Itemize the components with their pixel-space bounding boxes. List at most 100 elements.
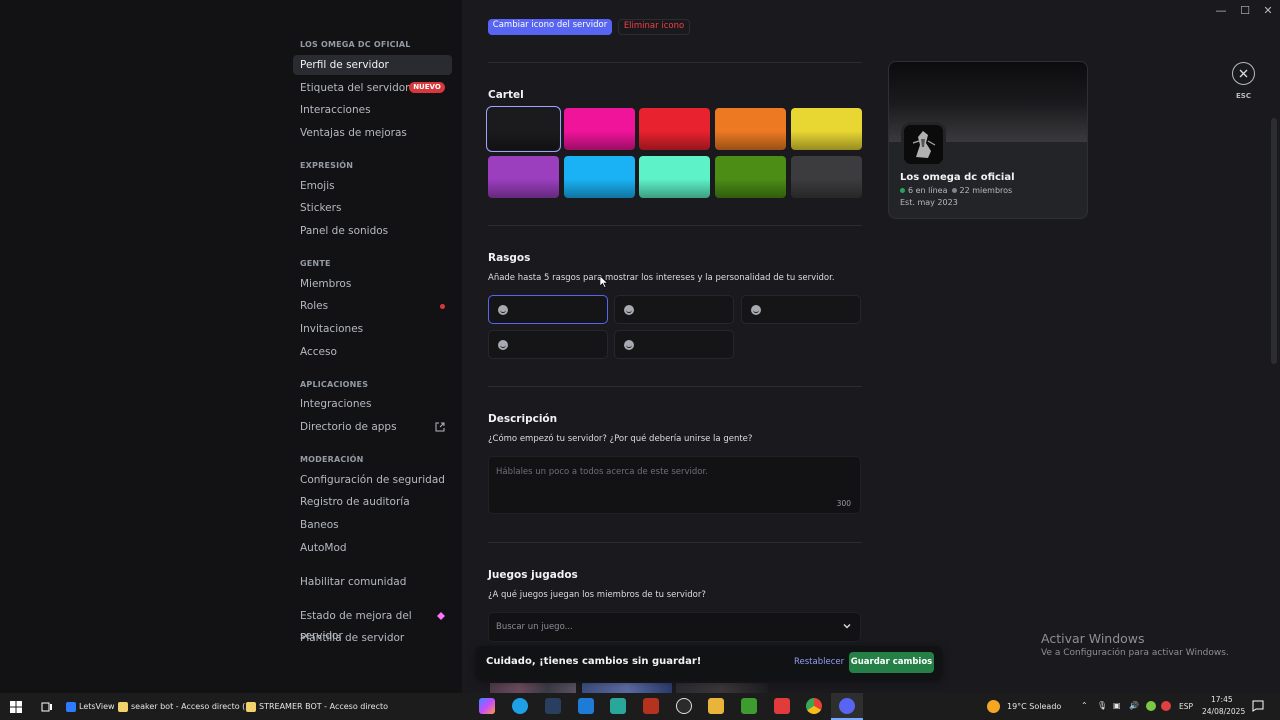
maximize-button[interactable]: ☐ [1238,4,1252,18]
tray-app-icon[interactable] [1161,701,1171,711]
game-thumbnail [676,683,768,693]
games-subtitle: ¿A qué juegos juegan los miembros de tu … [488,590,706,600]
sidebar-item-audit-log[interactable]: Registro de auditoría [293,492,452,512]
sidebar-item-stickers[interactable]: Stickers [293,198,452,218]
change-icon-button[interactable]: Cambiar icono del servidor [488,19,612,35]
online-count: 6 en línea [908,186,948,195]
game-search-select[interactable]: Buscar un juego... [488,612,861,642]
task-view-icon[interactable] [41,701,53,713]
games-title: Juegos jugados [488,569,578,581]
server-avatar [901,122,946,167]
taskbar-app-label: LetsView [79,702,115,711]
trait-slot[interactable] [614,295,734,324]
trait-slot[interactable] [488,295,608,324]
taskbar-active-app[interactable] [831,693,863,720]
minecraft-icon[interactable] [741,698,757,714]
traits-subtitle: Añade hasta 5 rasgos para mostrar los in… [488,273,835,283]
description-subtitle: ¿Cómo empezó tu servidor? ¿Por qué deber… [488,434,753,444]
vscode-icon[interactable] [578,698,594,714]
weather-text[interactable]: 19°C Soleado [1007,702,1061,711]
steam-icon[interactable] [545,698,561,714]
microphone-icon[interactable]: 🎙 [1097,701,1107,710]
sidebar-item-boost-status[interactable]: Estado de mejora del servidor [293,606,452,642]
scrollbar-thumb[interactable] [1271,118,1277,364]
esc-label: ESC [1236,92,1251,100]
chevron-up-icon[interactable]: ⌃ [1081,701,1088,710]
description-title: Descripción [488,413,558,425]
sidebar-item-safety-setup[interactable]: Configuración de seguridad [293,470,452,490]
sidebar-item-soundboard[interactable]: Panel de sonidos [293,221,452,241]
network-icon[interactable]: ▣ [1113,701,1121,710]
description-textarea[interactable]: Háblales un poco a todos acerca de este … [488,456,861,514]
game-icon[interactable] [643,698,659,714]
mouse-cursor-icon [600,276,608,288]
close-settings-button[interactable] [1232,62,1255,85]
preview-server-name: Los omega dc oficial [900,172,1015,183]
discord-window: — ☐ ✕ LOS OMEGA DC OFICIAL Perfil de ser… [0,0,1280,693]
sidebar-item-enable-community[interactable]: Habilitar comunidad [293,572,452,592]
sidebar-item-roles[interactable]: Roles [293,296,452,316]
edge-icon[interactable] [512,698,528,714]
trait-slot[interactable] [614,330,734,359]
reset-button[interactable]: Restablecer [794,657,844,667]
language-indicator[interactable]: ESP [1179,702,1193,711]
unsaved-changes-bar: Cuidado, ¡tienes cambios sin guardar! Re… [476,646,942,679]
banner-color-swatch[interactable] [564,108,635,150]
banner-color-swatch[interactable] [639,156,710,198]
weather-sun-icon [987,700,1000,713]
close-window-button[interactable]: ✕ [1261,4,1275,18]
taskbar-app-streamer-bot[interactable]: STREAMER BOT - Acceso directo [246,698,388,715]
sidebar-item-integrations[interactable]: Integraciones [293,394,452,414]
taskbar-app-letsview[interactable]: LetsView [66,698,115,715]
notifications-icon[interactable] [1252,700,1264,712]
sidebar-item-members[interactable]: Miembros [293,274,452,294]
app-icon[interactable] [610,698,626,714]
preview-stats: 6 en línea 22 miembros [900,186,1012,195]
folder-icon [246,701,256,712]
sidebar-item-bans[interactable]: Baneos [293,515,452,535]
chrome-icon[interactable] [806,698,822,714]
save-changes-button[interactable]: Guardar cambios [849,652,934,673]
game-thumbnail [582,683,672,693]
members-dot [951,188,957,193]
banner-color-swatch[interactable] [639,108,710,150]
sidebar-item-access[interactable]: Acceso [293,342,452,362]
windows-start-icon[interactable] [10,701,22,713]
copilot-icon[interactable] [479,698,495,714]
sidebar-item-automod[interactable]: AutoMod [293,538,452,558]
minimize-button[interactable]: — [1214,4,1228,18]
description-placeholder: Háblales un poco a todos acerca de este … [496,467,708,477]
volume-icon[interactable]: 🔊 [1129,701,1139,710]
banner-color-swatch[interactable] [715,108,786,150]
remove-icon-button[interactable]: Eliminar icono [618,19,690,35]
banner-color-swatch[interactable] [564,156,635,198]
smiley-icon [498,340,508,350]
sidebar-item-app-directory[interactable]: Directorio de apps [293,417,452,437]
sidebar-item-invites[interactable]: Invitaciones [293,319,452,339]
banner-color-swatch[interactable] [791,156,862,198]
sidebar-item-server-profile[interactable]: Perfil de servidor [293,55,452,75]
divider [488,62,862,63]
obs-icon[interactable] [676,698,692,714]
clock-date[interactable]: 24/08/2025 [1202,707,1245,716]
banner-color-swatch[interactable] [791,108,862,150]
member-count: 22 miembros [959,186,1013,195]
sidebar-item-interactions[interactable]: Interacciones [293,100,452,120]
trait-slot[interactable] [488,330,608,359]
trait-slot[interactable] [741,295,861,324]
banner-color-swatch[interactable] [488,156,559,198]
sidebar-item-emojis[interactable]: Emojis [293,176,452,196]
sidebar-item-server-template[interactable]: Plantilla de servidor [293,628,452,648]
banner-color-swatch[interactable] [715,156,786,198]
file-explorer-icon[interactable] [708,698,724,714]
server-avatar-image [904,125,943,164]
clock-time[interactable]: 17:45 [1211,695,1233,704]
sidebar-item-boost-perks[interactable]: Ventajas de mejoras [293,123,452,143]
close-icon [1239,69,1248,78]
banner-color-swatch[interactable] [486,106,561,152]
tray-app-icon[interactable] [1146,701,1156,711]
taskbar-app-seaker-bot[interactable]: seaker bot - Acceso directo (2) [118,698,253,715]
wps-icon[interactable] [774,698,790,714]
game-thumbnail-strip [490,683,576,693]
divider [488,386,862,387]
